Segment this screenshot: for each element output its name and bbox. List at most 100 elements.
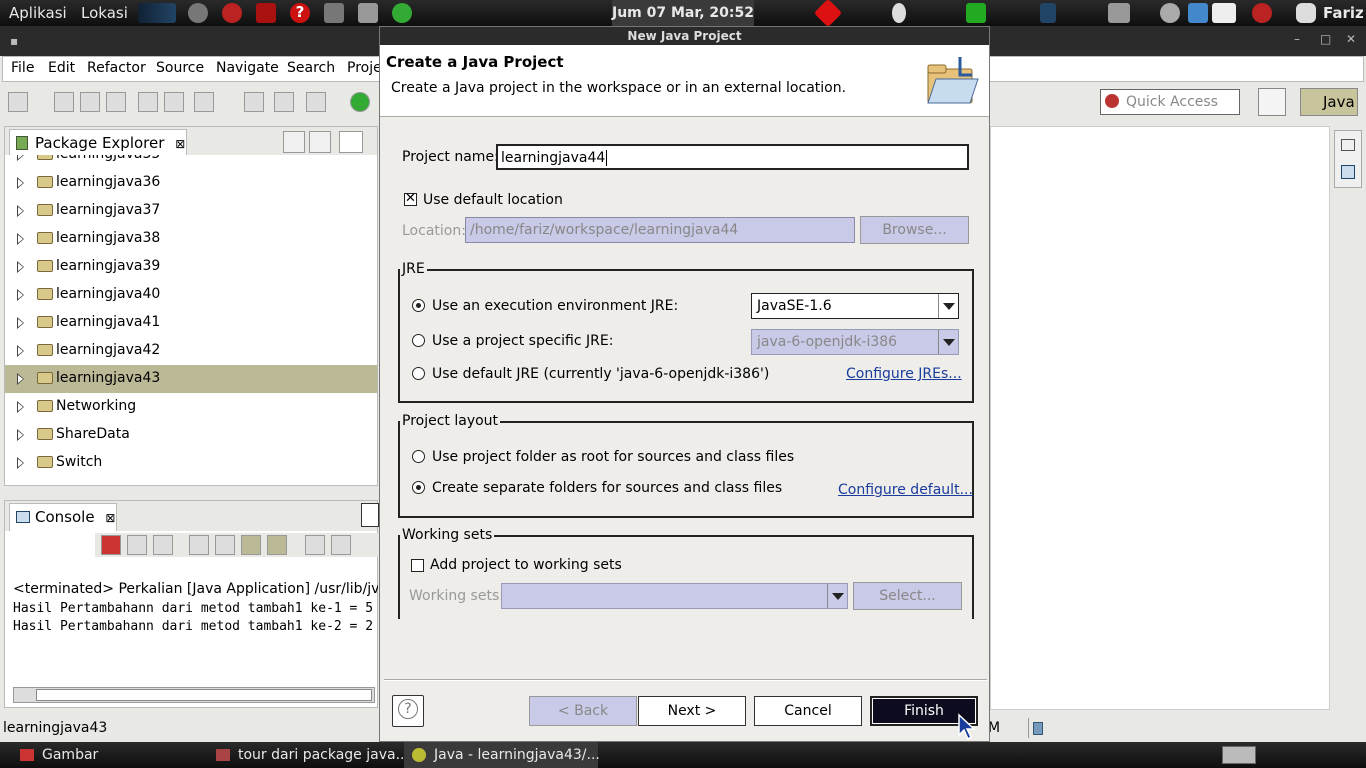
project-specific-jre-label[interactable]: Use a project specific JRE:: [432, 333, 613, 349]
console-horizontal-scrollbar[interactable]: [13, 687, 375, 703]
working-sets-select[interactable]: [501, 583, 848, 609]
menu-navigate[interactable]: Navigate: [216, 60, 279, 76]
show-stdout-icon[interactable]: [241, 535, 261, 555]
debug-icon[interactable]: [306, 92, 326, 112]
new-icon[interactable]: [8, 92, 28, 112]
view-menu-icon[interactable]: [339, 131, 363, 153]
expand-arrow-icon[interactable]: [17, 429, 24, 441]
close-tab-icon[interactable]: ⊠: [175, 137, 185, 151]
ball-icon[interactable]: [222, 3, 242, 23]
exec-env-label[interactable]: Use an execution environment JRE:: [432, 298, 678, 314]
project-tree-item[interactable]: learningjava39: [5, 253, 377, 281]
run-icon[interactable]: [350, 92, 370, 112]
scroll-lock-icon[interactable]: [215, 535, 235, 555]
expand-arrow-icon[interactable]: [17, 317, 24, 329]
help-icon[interactable]: ?: [290, 3, 310, 23]
import-icon[interactable]: [138, 92, 158, 112]
terminate-icon[interactable]: [101, 535, 121, 555]
configure-jres-link[interactable]: Configure JREs...: [846, 366, 962, 382]
scrollbar-thumb[interactable]: [36, 689, 372, 701]
outline-icon[interactable]: [1341, 165, 1355, 179]
tools-icon[interactable]: [324, 3, 344, 23]
tray-app-icon[interactable]: [1188, 3, 1208, 23]
user-name[interactable]: Fariz: [1323, 4, 1364, 22]
task-icon[interactable]: [194, 92, 214, 112]
window-menu-icon[interactable]: ▪: [10, 34, 18, 48]
expand-arrow-icon[interactable]: [17, 177, 24, 189]
browse-button[interactable]: Browse...: [860, 216, 969, 244]
places-menu[interactable]: Lokasi: [81, 4, 128, 22]
volume-icon[interactable]: [1108, 3, 1130, 23]
configure-default-link[interactable]: Configure default...: [838, 482, 973, 498]
bulb-icon[interactable]: [892, 3, 906, 23]
power-icon[interactable]: [188, 3, 208, 23]
expand-arrow-icon[interactable]: [17, 401, 24, 413]
project-tree-item[interactable]: learningjava40: [5, 281, 377, 309]
task-browser[interactable]: tour dari package java...: [212, 742, 409, 768]
restore-icon[interactable]: [1341, 139, 1355, 151]
project-tree-item[interactable]: Switch: [5, 449, 377, 477]
project-tree-item[interactable]: ShareData: [5, 421, 377, 449]
expand-arrow-icon[interactable]: [17, 289, 24, 301]
project-tree-item[interactable]: learningjava36: [5, 169, 377, 197]
project-specific-jre-radio[interactable]: [412, 334, 425, 347]
project-name-input[interactable]: learningjava44: [496, 144, 969, 170]
collapse-all-icon[interactable]: [283, 131, 305, 153]
minimize-icon[interactable]: –: [1294, 32, 1300, 46]
separate-folders-radio[interactable]: [412, 481, 425, 494]
project-tree-item[interactable]: learningjava35: [5, 155, 377, 169]
project-tree-item[interactable]: learningjava41: [5, 309, 377, 337]
separate-folders-label[interactable]: Create separate folders for sources and …: [432, 480, 782, 496]
project-tree-item[interactable]: learningjava38: [5, 225, 377, 253]
task-gambar[interactable]: Gambar: [14, 742, 206, 768]
system-monitor-icon[interactable]: [138, 3, 176, 23]
clock[interactable]: Jum 07 Mar, 20:52: [612, 0, 754, 26]
expand-arrow-icon[interactable]: [17, 205, 24, 217]
chat-icon[interactable]: [1296, 3, 1316, 23]
show-stderr-icon[interactable]: [267, 535, 287, 555]
display-console-icon[interactable]: [331, 535, 351, 555]
bluetooth-icon[interactable]: [1040, 3, 1056, 23]
minimize-view-icon[interactable]: [361, 503, 379, 527]
project-tree-item[interactable]: Networking: [5, 393, 377, 421]
menu-edit[interactable]: Edit: [48, 60, 75, 76]
project-specific-jre-select[interactable]: java-6-openjdk-i386: [751, 329, 959, 355]
archive-icon[interactable]: [358, 3, 378, 23]
expand-arrow-icon[interactable]: [17, 261, 24, 273]
task-eclipse[interactable]: Java - learningjava43/...: [404, 742, 600, 768]
expand-arrow-icon[interactable]: [17, 345, 24, 357]
screenshot-icon[interactable]: [256, 3, 276, 23]
default-jre-label[interactable]: Use default JRE (currently 'java-6-openj…: [432, 366, 769, 382]
alert-icon[interactable]: [813, 0, 843, 28]
expand-arrow-icon[interactable]: [17, 373, 24, 385]
expand-arrow-icon[interactable]: [17, 457, 24, 469]
session-icon[interactable]: [1252, 3, 1272, 23]
quick-access-input[interactable]: Quick Access: [1100, 89, 1240, 115]
expand-arrow-icon[interactable]: [17, 155, 24, 161]
pin-console-icon[interactable]: [305, 535, 325, 555]
exec-env-radio[interactable]: [412, 299, 425, 312]
help-button[interactable]: ?: [392, 695, 424, 727]
project-tree-item[interactable]: learningjava43: [5, 365, 377, 393]
maximize-icon[interactable]: □: [1320, 32, 1331, 46]
menu-refactor[interactable]: Refactor: [87, 60, 146, 76]
menu-file[interactable]: File: [11, 60, 34, 76]
remove-launch-icon[interactable]: [127, 535, 147, 555]
trash-icon[interactable]: [1028, 718, 1044, 738]
use-default-location-label[interactable]: Use default location: [423, 192, 563, 208]
project-tree-item[interactable]: learningjava42: [5, 337, 377, 365]
location-input[interactable]: /home/fariz/workspace/learningjava44: [465, 217, 855, 243]
save-all-icon[interactable]: [80, 92, 100, 112]
folder-root-label[interactable]: Use project folder as root for sources a…: [432, 449, 794, 465]
link-editor-icon[interactable]: [309, 131, 331, 153]
keyboard-icon[interactable]: [1212, 3, 1236, 23]
back-button[interactable]: < Back: [529, 696, 637, 726]
app-icon[interactable]: [392, 3, 412, 23]
expand-arrow-icon[interactable]: [17, 233, 24, 245]
update-icon[interactable]: [966, 3, 986, 23]
menu-source[interactable]: Source: [156, 60, 204, 76]
open-perspective-icon[interactable]: [1258, 88, 1286, 116]
print-icon[interactable]: [106, 92, 126, 112]
project-tree-item[interactable]: learningjava37: [5, 197, 377, 225]
remove-all-icon[interactable]: [153, 535, 173, 555]
